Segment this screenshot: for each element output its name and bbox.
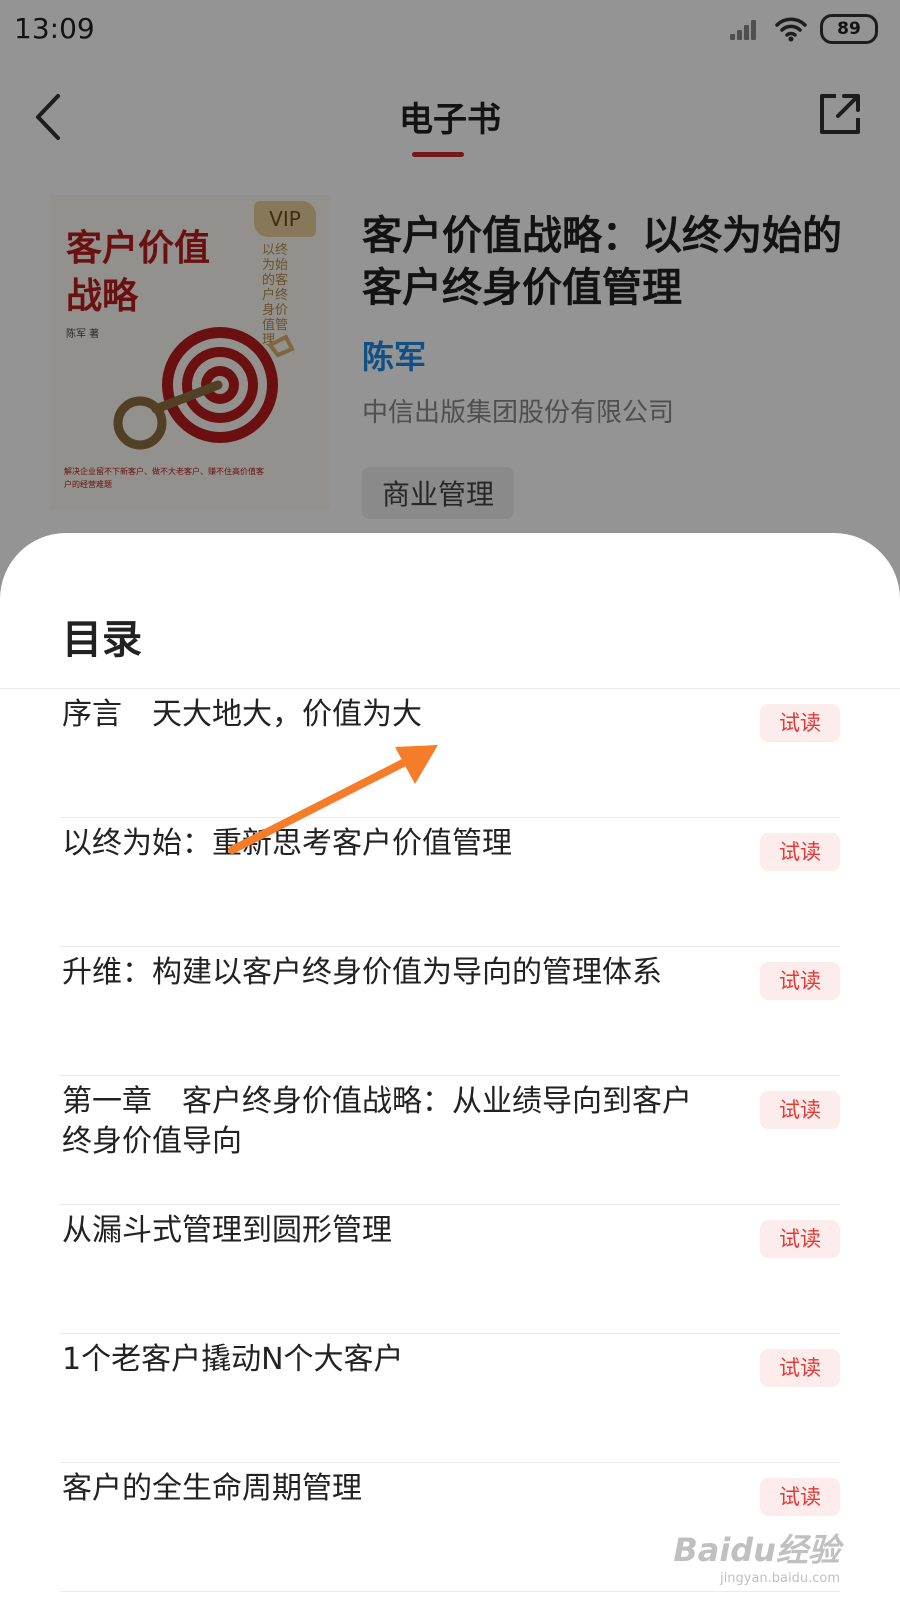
trial-read-badge[interactable]: 试读 xyxy=(760,1220,840,1258)
watermark-logo: Baidu经验 xyxy=(673,1531,840,1569)
toc-item-title: 从漏斗式管理到圆形管理 xyxy=(62,1213,392,1248)
trial-read-badge[interactable]: 试读 xyxy=(760,1091,840,1129)
trial-read-badge[interactable]: 试读 xyxy=(760,1478,840,1516)
trial-read-badge[interactable]: 试读 xyxy=(760,833,840,871)
trial-read-badge[interactable]: 试读 xyxy=(760,704,840,742)
trial-read-badge[interactable]: 试读 xyxy=(760,1349,840,1387)
toc-item[interactable]: 序言 天大地大，价值为大 试读 xyxy=(0,689,900,818)
toc-item[interactable]: 1个老客户撬动N个大客户 试读 xyxy=(0,1334,900,1463)
toc-bottom-sheet: 目录 序言 天大地大，价值为大 试读 以终为始：重新思考客户价值管理 试读 升维… xyxy=(0,533,900,1600)
toc-item-title: 1个老客户撬动N个大客户 xyxy=(62,1342,404,1377)
toc-item[interactable]: 第一章 客户终身价值战略：从业绩导向到客户终身价值导向 试读 xyxy=(0,1076,900,1205)
toc-list: 序言 天大地大，价值为大 试读 以终为始：重新思考客户价值管理 试读 升维：构建… xyxy=(0,689,900,1592)
toc-item[interactable]: 从漏斗式管理到圆形管理 试读 xyxy=(0,1205,900,1334)
toc-item-title: 升维：构建以客户终身价值为导向的管理体系 xyxy=(62,955,662,990)
toc-item-title: 第一章 客户终身价值战略：从业绩导向到客户终身价值导向 xyxy=(62,1084,692,1159)
watermark-url: jingyan.baidu.com xyxy=(720,1571,840,1586)
toc-item-title: 以终为始：重新思考客户价值管理 xyxy=(62,826,512,861)
trial-read-badge[interactable]: 试读 xyxy=(760,962,840,1000)
toc-item[interactable]: 升维：构建以客户终身价值为导向的管理体系 试读 xyxy=(0,947,900,1076)
toc-item[interactable]: 以终为始：重新思考客户价值管理 试读 xyxy=(0,818,900,947)
baidu-jingyan-watermark: Baidu经验 jingyan.baidu.com xyxy=(673,1525,840,1586)
dim-overlay[interactable] xyxy=(0,0,900,600)
toc-heading: 目录 xyxy=(62,617,142,663)
toc-item-divider xyxy=(60,1591,840,1592)
toc-item-title: 客户的全生命周期管理 xyxy=(62,1471,362,1506)
toc-item-title: 序言 天大地大，价值为大 xyxy=(62,697,422,732)
